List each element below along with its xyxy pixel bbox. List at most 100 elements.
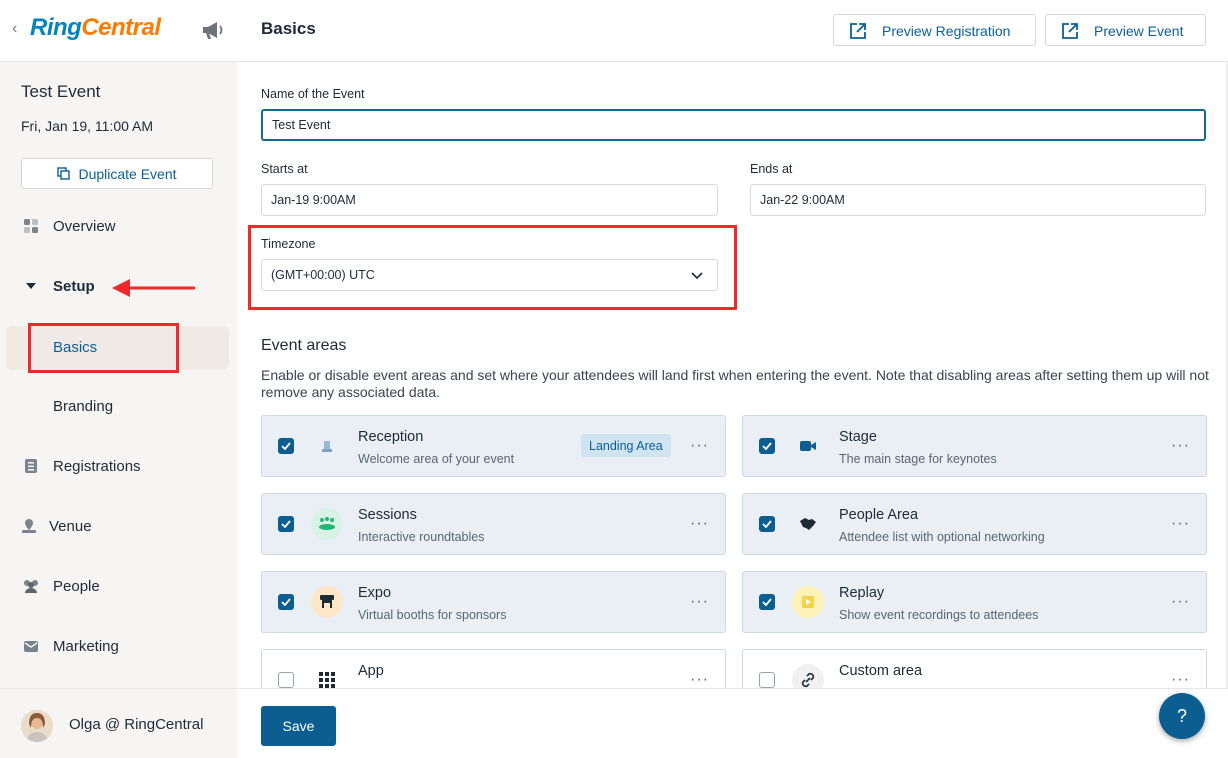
sidebar-item-label: Setup <box>53 277 95 295</box>
footer: Save ? <box>237 688 1228 758</box>
caret-down-icon <box>22 277 40 295</box>
sidebar-item-label: People <box>53 577 100 595</box>
red-arrow-icon <box>112 279 195 297</box>
app-checkbox[interactable] <box>278 672 294 688</box>
video-camera-icon <box>792 430 824 462</box>
registrations-icon <box>22 457 40 475</box>
area-subtitle: Show event recordings to attendees <box>839 608 1039 622</box>
sidebar-item-overview[interactable]: Overview <box>0 206 237 246</box>
area-card-stage[interactable]: Stage The main stage for keynotes ··· <box>742 415 1207 477</box>
sidebar-item-venue[interactable]: Venue <box>0 506 237 546</box>
sidebar-item-label: Overview <box>53 217 116 235</box>
marketing-icon <box>22 637 40 655</box>
more-options-icon[interactable]: ··· <box>690 437 709 455</box>
megaphone-icon[interactable] <box>201 20 225 40</box>
sessions-checkbox[interactable] <box>278 516 294 532</box>
stage-checkbox[interactable] <box>759 438 775 454</box>
external-link-icon <box>1062 23 1078 39</box>
handshake-icon <box>792 508 824 540</box>
chevron-down-icon <box>691 272 703 280</box>
save-button[interactable]: Save <box>261 706 336 746</box>
timezone-label: Timezone <box>261 237 316 251</box>
booth-icon <box>311 586 343 618</box>
starts-at-label: Starts at <box>261 162 308 176</box>
area-subtitle: Welcome area of your event <box>358 452 515 466</box>
sidebar-item-label: Registrations <box>53 457 141 475</box>
area-subtitle: Attendee list with optional networking <box>839 530 1045 544</box>
starts-at-input[interactable]: Jan-19 9:00AM <box>261 184 718 216</box>
replay-icon <box>792 586 824 618</box>
area-title: Stage <box>839 429 877 445</box>
sidebar-item-label: Venue <box>49 517 92 535</box>
area-title: Expo <box>358 585 392 601</box>
header: Basics Preview Registration Preview Even… <box>237 0 1228 62</box>
replay-checkbox[interactable] <box>759 594 775 610</box>
sidebar-item-marketing[interactable]: Marketing <box>0 626 237 666</box>
area-card-replay[interactable]: Replay Show event recordings to attendee… <box>742 571 1207 633</box>
sidebar-item-label: Marketing <box>53 637 119 655</box>
user-menu[interactable]: Olga @ RingCentral <box>0 688 237 758</box>
timezone-value: (GMT+00:00) UTC <box>271 268 375 282</box>
page-title: Basics <box>261 19 316 38</box>
more-options-icon[interactable]: ··· <box>690 671 709 688</box>
link-icon <box>792 664 824 688</box>
timezone-select[interactable]: (GMT+00:00) UTC <box>261 259 718 291</box>
reception-desk-icon <box>311 430 343 462</box>
landing-area-badge: Landing Area <box>581 434 671 457</box>
custom-area-checkbox[interactable] <box>759 672 775 688</box>
ends-at-input[interactable]: Jan-22 9:00AM <box>750 184 1206 216</box>
more-options-icon[interactable]: ··· <box>690 593 709 611</box>
area-subtitle: Interactive roundtables <box>358 530 485 544</box>
area-card-reception[interactable]: Reception Welcome area of your event Lan… <box>261 415 726 477</box>
area-card-people[interactable]: People Area Attendee list with optional … <box>742 493 1207 555</box>
sidebar-item-branding[interactable]: Branding <box>53 398 113 415</box>
event-name-input[interactable]: Test Event <box>261 109 1206 141</box>
area-title: Custom area <box>839 663 923 679</box>
more-options-icon[interactable]: ··· <box>1171 593 1190 611</box>
people-area-checkbox[interactable] <box>759 516 775 532</box>
overview-icon <box>22 217 40 235</box>
ringcentral-logo[interactable]: RingCentral <box>30 14 161 42</box>
more-options-icon[interactable]: ··· <box>1171 437 1190 455</box>
more-options-icon[interactable]: ··· <box>690 515 709 533</box>
expo-checkbox[interactable] <box>278 594 294 610</box>
app-grid-icon <box>311 664 343 688</box>
starts-at-value: Jan-19 9:00AM <box>271 193 356 207</box>
sidebar-item-people[interactable]: People <box>0 566 237 606</box>
more-options-icon[interactable]: ··· <box>1171 515 1190 533</box>
event-date: Fri, Jan 19, 11:00 AM <box>21 118 154 134</box>
area-title: App <box>358 663 384 679</box>
area-card-custom[interactable]: Custom area ··· <box>742 649 1207 688</box>
area-title: People Area <box>839 507 919 523</box>
preview-event-button[interactable]: Preview Event <box>1045 14 1206 46</box>
event-name-value: Test Event <box>272 118 331 132</box>
area-card-expo[interactable]: Expo Virtual booths for sponsors ··· <box>261 571 726 633</box>
more-options-icon[interactable]: ··· <box>1171 671 1190 688</box>
sidebar: ‹ RingCentral Test Event Fri, Jan 19, 11… <box>0 0 237 758</box>
preview-event-label: Preview Event <box>1094 23 1184 39</box>
area-title: Reception <box>358 429 424 445</box>
avatar <box>21 710 53 742</box>
ends-at-value: Jan-22 9:00AM <box>760 193 845 207</box>
event-areas-title: Event areas <box>261 337 347 354</box>
chevron-left-icon[interactable]: ‹ <box>12 20 17 38</box>
sidebar-item-label: Basics <box>53 339 98 356</box>
area-card-sessions[interactable]: Sessions Interactive roundtables ··· <box>261 493 726 555</box>
preview-registration-button[interactable]: Preview Registration <box>833 14 1036 46</box>
help-button[interactable]: ? <box>1159 693 1205 739</box>
sidebar-item-registrations[interactable]: Registrations <box>0 446 237 486</box>
event-name-label: Name of the Event <box>261 87 365 101</box>
duplicate-event-label: Duplicate Event <box>78 165 177 182</box>
sidebar-item-basics[interactable]: Basics <box>6 326 229 370</box>
area-subtitle: The main stage for keynotes <box>839 452 997 466</box>
external-link-icon <box>850 23 866 39</box>
roundtable-icon <box>311 508 343 540</box>
area-title: Replay <box>839 585 885 601</box>
reception-checkbox[interactable] <box>278 438 294 454</box>
event-areas-description: Enable or disable event areas and set wh… <box>261 367 1209 400</box>
duplicate-event-button[interactable]: Duplicate Event <box>21 158 213 189</box>
area-title: Sessions <box>358 507 417 523</box>
area-subtitle: Virtual booths for sponsors <box>358 608 507 622</box>
preview-registration-label: Preview Registration <box>882 23 1011 39</box>
area-card-app[interactable]: App ··· <box>261 649 726 688</box>
